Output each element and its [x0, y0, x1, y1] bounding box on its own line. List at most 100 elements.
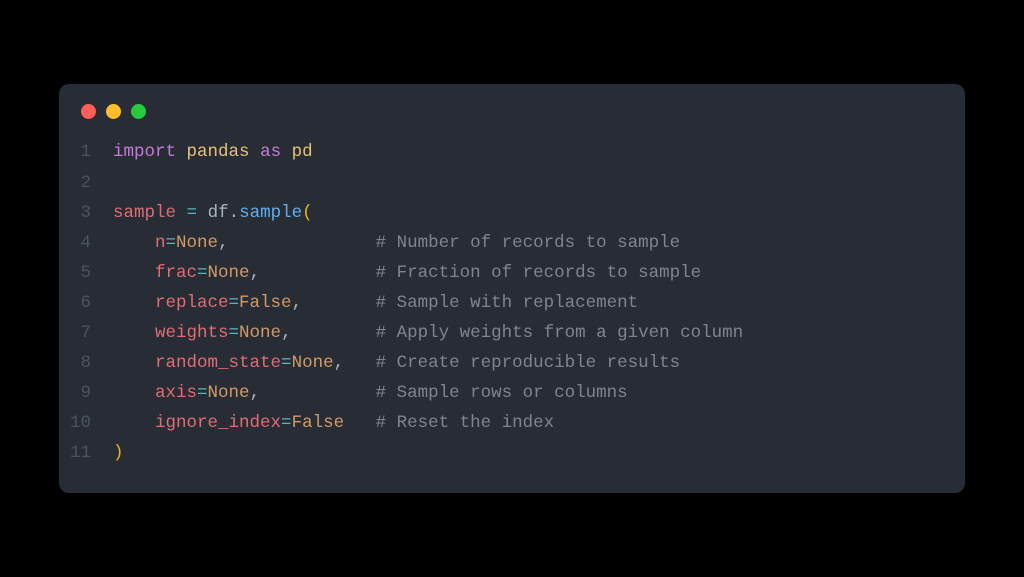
line-number: 4 — [59, 228, 113, 258]
token-variable: sample — [113, 203, 176, 223]
token-paren: ) — [113, 443, 124, 463]
token-dot: . — [229, 203, 240, 223]
token-plain — [260, 263, 376, 283]
code-line: 8 random_state=None, # Create reproducib… — [59, 348, 965, 378]
token-keyword: as — [260, 142, 281, 162]
token-param: axis — [155, 383, 197, 403]
line-number: 11 — [59, 438, 113, 468]
code-content: sample = df.sample( — [113, 198, 965, 228]
token-none: None — [208, 383, 250, 403]
maximize-icon[interactable] — [131, 104, 146, 119]
token-param: n — [155, 233, 166, 253]
line-number: 1 — [59, 137, 113, 167]
code-content: replace=False, # Sample with replacement — [113, 288, 965, 318]
code-content: ignore_index=False # Reset the index — [113, 408, 965, 438]
token-method: sample — [239, 203, 302, 223]
token-comment: # Sample rows or columns — [376, 383, 628, 403]
code-line: 7 weights=None, # Apply weights from a g… — [59, 318, 965, 348]
token-false: False — [292, 413, 345, 433]
token-punct: , — [218, 233, 229, 253]
token-operator: = — [281, 413, 292, 433]
code-content: frac=None, # Fraction of records to samp… — [113, 258, 965, 288]
code-window: 1import pandas as pd23sample = df.sample… — [59, 84, 965, 492]
token-plain — [344, 353, 376, 373]
code-content: import pandas as pd — [113, 137, 965, 167]
code-line: 9 axis=None, # Sample rows or columns — [59, 378, 965, 408]
token-punct: , — [334, 353, 345, 373]
token-operator: = — [229, 323, 240, 343]
code-line: 11) — [59, 438, 965, 468]
token-plain — [113, 293, 155, 313]
code-content: ) — [113, 438, 965, 468]
token-none: None — [208, 263, 250, 283]
token-none: None — [292, 353, 334, 373]
token-punct: , — [292, 293, 303, 313]
token-module: pandas — [187, 142, 250, 162]
token-false: False — [239, 293, 292, 313]
token-none: None — [239, 323, 281, 343]
token-plain — [229, 233, 376, 253]
code-line: 4 n=None, # Number of records to sample — [59, 228, 965, 258]
token-plain — [292, 323, 376, 343]
token-plain — [176, 203, 187, 223]
token-plain — [176, 142, 187, 162]
traffic-lights — [59, 104, 965, 137]
line-number: 10 — [59, 408, 113, 438]
token-keyword: import — [113, 142, 176, 162]
code-line: 2 — [59, 168, 965, 198]
token-operator: = — [229, 293, 240, 313]
code-content — [113, 168, 965, 198]
token-plain — [113, 263, 155, 283]
token-plain: df — [208, 203, 229, 223]
token-param: weights — [155, 323, 229, 343]
line-number: 6 — [59, 288, 113, 318]
line-number: 8 — [59, 348, 113, 378]
token-plain — [344, 413, 376, 433]
line-number: 2 — [59, 168, 113, 198]
token-plain — [281, 142, 292, 162]
code-content: random_state=None, # Create reproducible… — [113, 348, 965, 378]
token-comment: # Reset the index — [376, 413, 555, 433]
code-content: axis=None, # Sample rows or columns — [113, 378, 965, 408]
token-punct: , — [281, 323, 292, 343]
code-line: 10 ignore_index=False # Reset the index — [59, 408, 965, 438]
token-comment: # Number of records to sample — [376, 233, 681, 253]
token-module: pd — [292, 142, 313, 162]
code-area: 1import pandas as pd23sample = df.sample… — [59, 137, 965, 468]
close-icon[interactable] — [81, 104, 96, 119]
token-comment: # Apply weights from a given column — [376, 323, 744, 343]
token-operator: = — [166, 233, 177, 253]
token-plain — [113, 383, 155, 403]
line-number: 9 — [59, 378, 113, 408]
code-line: 3sample = df.sample( — [59, 198, 965, 228]
token-operator: = — [197, 263, 208, 283]
token-operator: = — [281, 353, 292, 373]
code-line: 5 frac=None, # Fraction of records to sa… — [59, 258, 965, 288]
token-plain — [260, 383, 376, 403]
token-plain — [113, 323, 155, 343]
line-number: 5 — [59, 258, 113, 288]
code-content: weights=None, # Apply weights from a giv… — [113, 318, 965, 348]
token-punct: , — [250, 383, 261, 403]
token-param: random_state — [155, 353, 281, 373]
token-plain — [197, 203, 208, 223]
line-number: 7 — [59, 318, 113, 348]
token-paren: ( — [302, 203, 313, 223]
token-plain — [250, 142, 261, 162]
token-comment: # Fraction of records to sample — [376, 263, 702, 283]
token-plain — [302, 293, 376, 313]
token-operator: = — [187, 203, 198, 223]
code-line: 6 replace=False, # Sample with replaceme… — [59, 288, 965, 318]
token-comment: # Sample with replacement — [376, 293, 639, 313]
token-punct: , — [250, 263, 261, 283]
token-param: frac — [155, 263, 197, 283]
token-param: replace — [155, 293, 229, 313]
minimize-icon[interactable] — [106, 104, 121, 119]
token-none: None — [176, 233, 218, 253]
token-operator: = — [197, 383, 208, 403]
token-plain — [113, 353, 155, 373]
line-number: 3 — [59, 198, 113, 228]
code-content: n=None, # Number of records to sample — [113, 228, 965, 258]
token-param: ignore_index — [155, 413, 281, 433]
token-plain — [113, 413, 155, 433]
